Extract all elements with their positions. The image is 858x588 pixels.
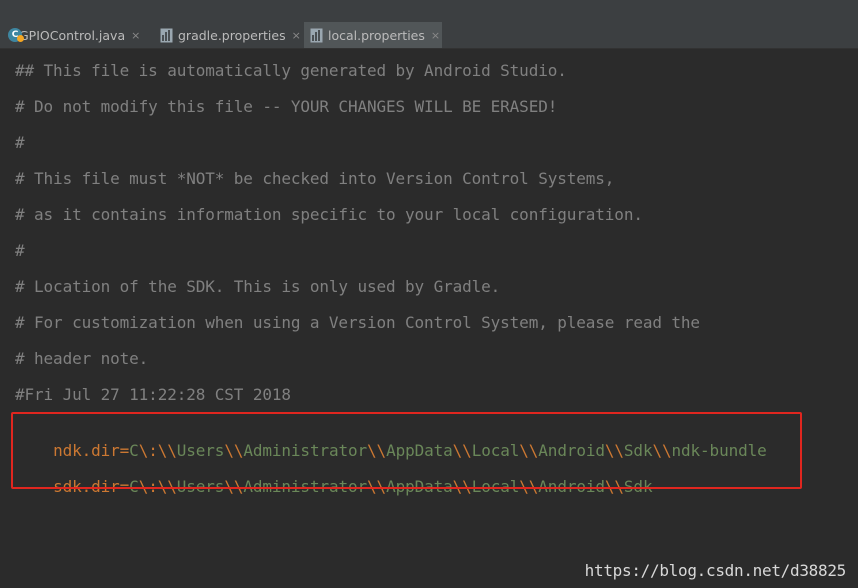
code-line: # xyxy=(15,241,25,260)
code-editor[interactable]: ## This file is automatically generated … xyxy=(0,49,858,588)
java-class-icon: C xyxy=(8,28,24,42)
tab-label: GPIOControl.java xyxy=(19,27,126,43)
tab-gradle-properties[interactable]: gradle.properties × xyxy=(154,22,301,48)
tab-local-properties[interactable]: local.properties × xyxy=(304,22,442,48)
highlight-annotation-box xyxy=(11,412,802,489)
code-line: # This file must *NOT* be checked into V… xyxy=(15,169,615,188)
code-line: # header note. xyxy=(15,349,149,368)
code-line: # For customization when using a Version… xyxy=(15,313,700,332)
properties-file-icon xyxy=(310,28,323,42)
code-line: # xyxy=(15,133,25,152)
close-icon[interactable]: × xyxy=(431,29,440,42)
tab-label: gradle.properties xyxy=(178,27,286,43)
watermark-url: https://blog.csdn.net/d38825 xyxy=(584,561,847,580)
code-line: ## This file is automatically generated … xyxy=(15,61,567,80)
editor-tab-bar: C GPIOControl.java × gradle.properties ×… xyxy=(0,22,858,49)
code-line: #Fri Jul 27 11:22:28 CST 2018 xyxy=(15,385,291,404)
tab-label: local.properties xyxy=(328,27,425,43)
close-icon[interactable]: × xyxy=(292,29,301,42)
title-strip xyxy=(0,0,858,22)
code-line: # Do not modify this file -- YOUR CHANGE… xyxy=(15,97,558,116)
properties-file-icon xyxy=(160,28,173,42)
code-line: # as it contains information specific to… xyxy=(15,205,643,224)
tab-gpiocontrol-java[interactable]: C GPIOControl.java × xyxy=(8,22,140,48)
close-icon[interactable]: × xyxy=(131,29,140,42)
code-line: # Location of the SDK. This is only used… xyxy=(15,277,501,296)
